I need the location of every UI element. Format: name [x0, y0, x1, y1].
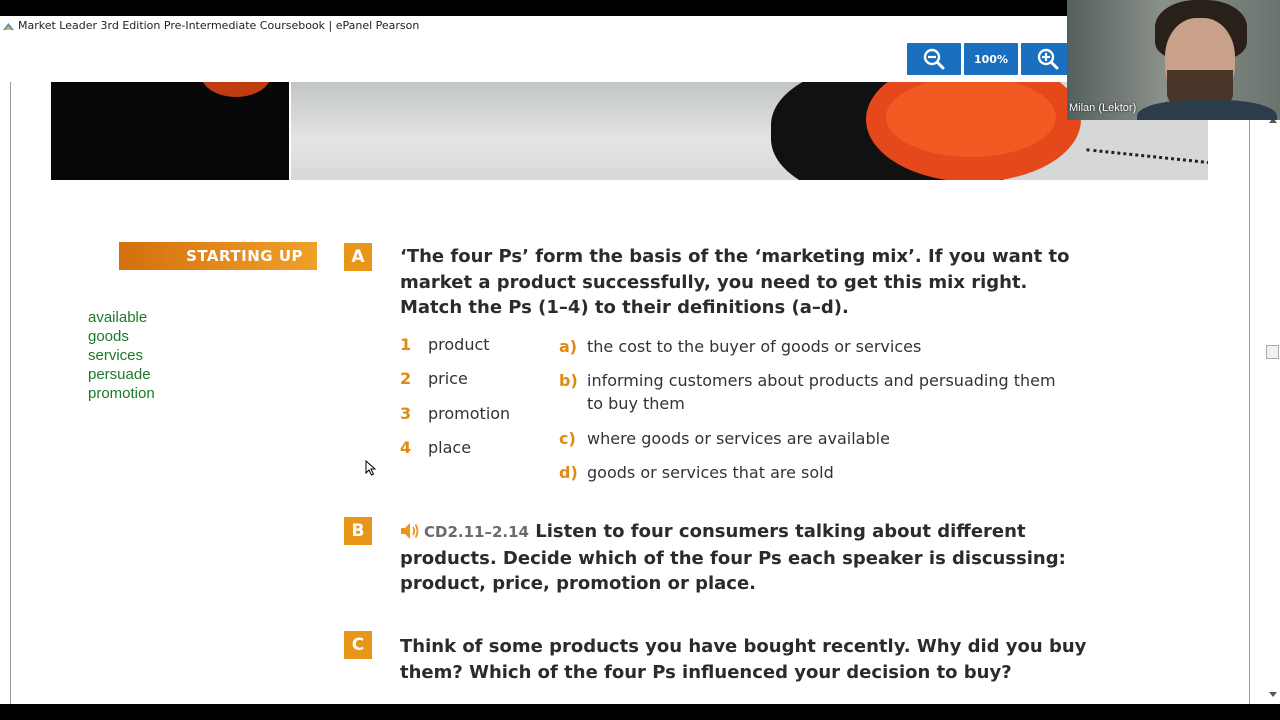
section-heading: STARTING UP [119, 242, 317, 270]
exercise-a-instruction: ‘The four Ps’ form the basis of the ‘mar… [400, 246, 1070, 318]
exercise-a-badge: A [344, 243, 372, 271]
match-item-text: price [428, 369, 468, 388]
mouse-cursor-icon [365, 460, 377, 476]
exercise-b-instruction-block: CD2.11–2.14 Listen to four consumers tal… [400, 519, 1080, 597]
zoom-out-button[interactable] [907, 43, 961, 75]
match-item: 3 promotion [400, 404, 510, 423]
match-item-number: 2 [400, 369, 412, 388]
definition-text: where goods or services are available [587, 429, 890, 448]
cd-track-reference: CD2.11–2.14 [424, 523, 529, 541]
definition-letter: a) [559, 337, 578, 356]
video-call-thumbnail[interactable]: Milan (Lektor) [1067, 0, 1280, 120]
exercise-c-badge: C [344, 631, 372, 659]
match-item-text: product [428, 335, 490, 354]
match-item-number: 3 [400, 404, 412, 423]
app-icon [3, 23, 14, 30]
header-photo [51, 82, 1208, 180]
scrollbar-thumb[interactable] [1266, 345, 1279, 359]
definition-item: d) goods or services that are sold [559, 461, 1057, 484]
definition-text: the cost to the buyer of goods or servic… [587, 337, 922, 356]
exercise-c-instruction: Think of some products you have bought r… [400, 636, 1087, 683]
speaker-icon[interactable] [400, 522, 420, 540]
window-title: Market Leader 3rd Edition Pre-Intermedia… [18, 19, 420, 32]
participant-name: Milan (Lektor) [1069, 102, 1137, 114]
definition-item: a) the cost to the buyer of goods or serv… [559, 335, 1057, 358]
zoom-level-button[interactable]: 100% [964, 43, 1018, 75]
book-page: STARTING UP available goods services per… [10, 82, 1250, 704]
zoom-out-icon [923, 48, 945, 70]
match-item-text: place [428, 438, 472, 457]
match-item: 2 price [400, 369, 468, 388]
match-item-number: 4 [400, 438, 412, 457]
definition-letter: c) [559, 429, 576, 448]
word-list-item: services [88, 347, 144, 364]
definition-text: informing customers about products and p… [587, 371, 1056, 413]
word-list-item: available [88, 309, 148, 326]
match-item-text: promotion [428, 404, 511, 423]
definition-letter: d) [559, 463, 578, 482]
match-item: 4 place [400, 438, 471, 457]
word-list-item: persuade [88, 366, 151, 383]
definition-item: b) informing customers about products and… [559, 369, 1057, 415]
zoom-in-icon [1037, 48, 1059, 70]
word-list-item: goods [88, 328, 129, 345]
vocabulary-word-list: available goods services persuade promot… [88, 308, 155, 403]
vertical-scrollbar[interactable] [1251, 82, 1280, 704]
screen-bottom-bar [0, 704, 1280, 720]
definition-text: goods or services that are sold [587, 463, 834, 482]
word-list-item: promotion [88, 385, 155, 402]
match-item: 1 product [400, 335, 490, 354]
definition-item: c) where goods or services are available [559, 427, 1057, 450]
scroll-down-icon[interactable] [1269, 692, 1277, 697]
match-item-number: 1 [400, 335, 412, 354]
definition-letter: b) [559, 371, 578, 390]
exercise-b-badge: B [344, 517, 372, 545]
